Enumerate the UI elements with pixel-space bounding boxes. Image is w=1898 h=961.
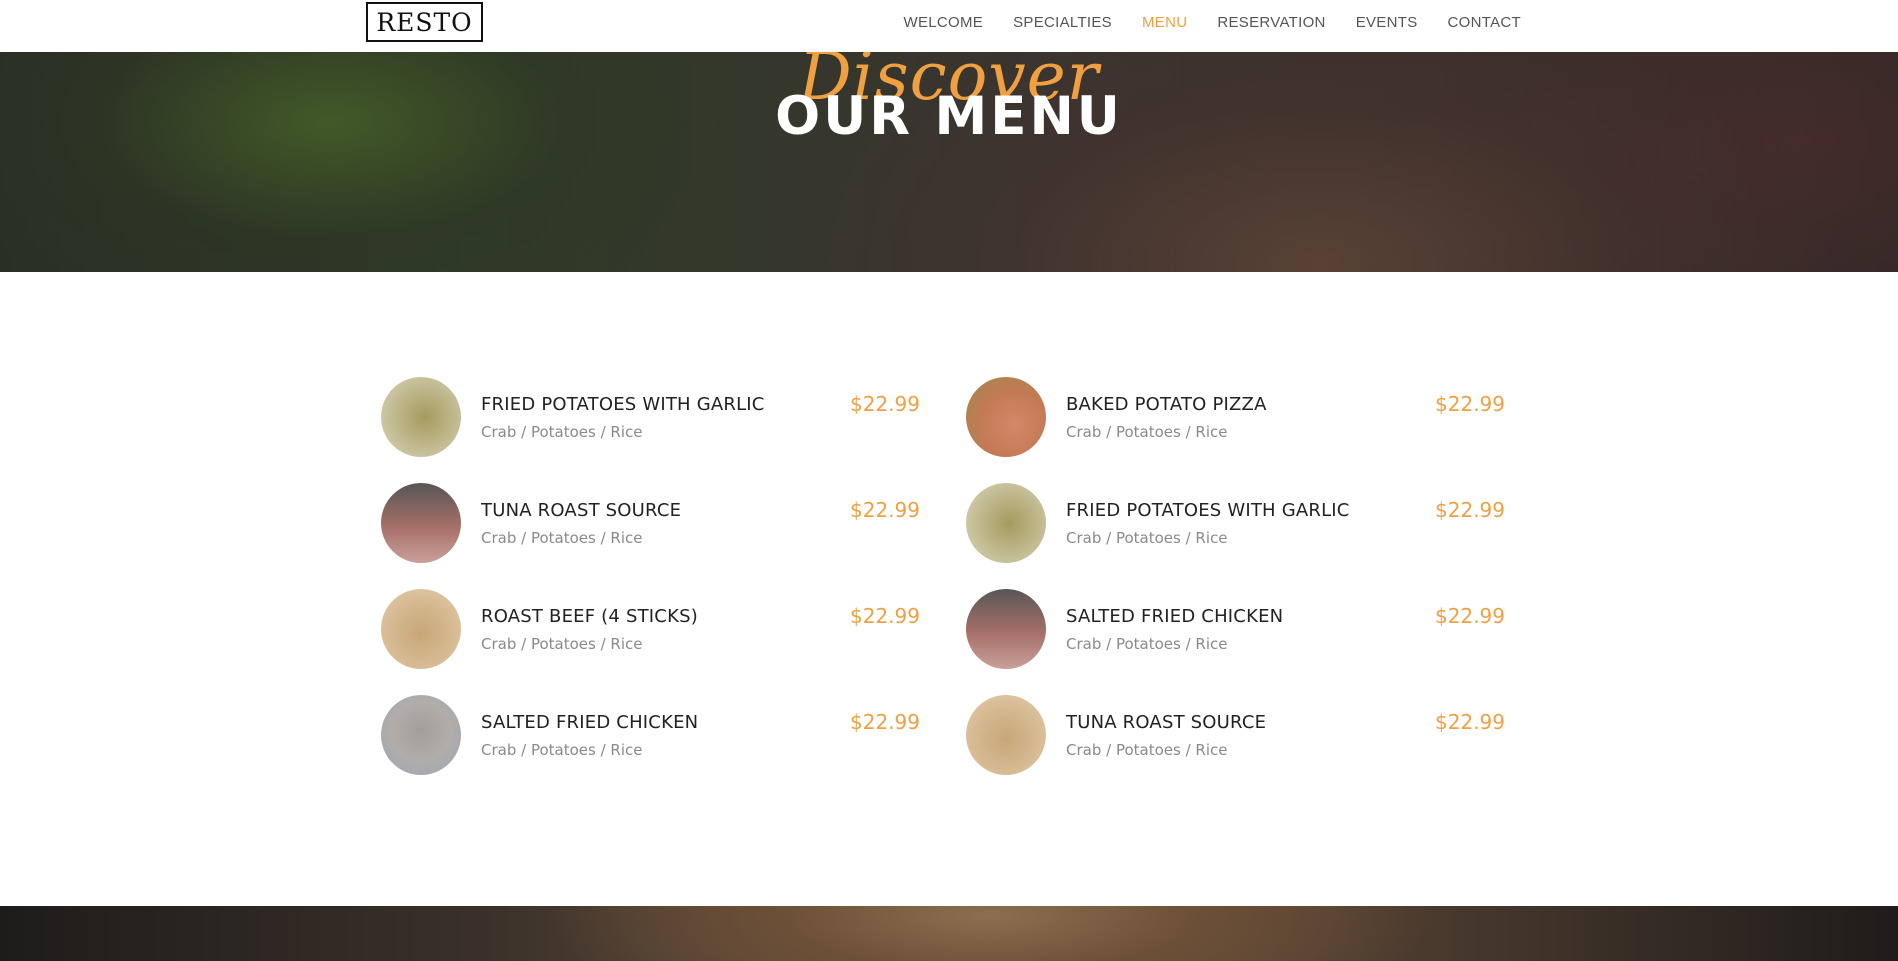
main-nav: WELCOME SPECIALTIES MENU RESERVATION EVE… bbox=[873, 0, 1521, 44]
menu-item-price: $22.99 bbox=[850, 604, 920, 628]
menu-item-name: SALTED FRIED CHICKEN bbox=[481, 712, 699, 733]
nav-link-welcome[interactable]: WELCOME bbox=[903, 14, 983, 31]
menu-item-price: $22.99 bbox=[850, 710, 920, 734]
menu-item[interactable]: ROAST BEEF (4 STICKS) Crab / Potatoes / … bbox=[366, 589, 920, 669]
menu-item-name: BAKED POTATO PIZZA bbox=[1066, 394, 1267, 415]
menu-item-description: Crab / Potatoes / Rice bbox=[1066, 635, 1228, 653]
menu-item-price: $22.99 bbox=[1435, 498, 1505, 522]
menu-item-description: Crab / Potatoes / Rice bbox=[1066, 529, 1228, 547]
dish-photo bbox=[966, 695, 1046, 775]
menu-item-name: TUNA ROAST SOURCE bbox=[481, 500, 682, 521]
nav-link-contact[interactable]: CONTACT bbox=[1448, 14, 1521, 31]
menu-item[interactable]: SALTED FRIED CHICKEN Crab / Potatoes / R… bbox=[951, 589, 1505, 669]
menu-item-name: FRIED POTATOES WITH GARLIC bbox=[481, 394, 765, 415]
menu-item-price: $22.99 bbox=[850, 392, 920, 416]
menu-item-name: SALTED FRIED CHICKEN bbox=[1066, 606, 1284, 627]
dish-photo bbox=[381, 483, 461, 563]
menu-item[interactable]: SALTED FRIED CHICKEN Crab / Potatoes / R… bbox=[366, 695, 920, 775]
nav-link-events[interactable]: EVENTS bbox=[1356, 14, 1418, 31]
menu-item-description: Crab / Potatoes / Rice bbox=[481, 529, 643, 547]
menu-item-description: Crab / Potatoes / Rice bbox=[481, 741, 643, 759]
next-section-banner bbox=[0, 906, 1898, 961]
menu-item-description: Crab / Potatoes / Rice bbox=[481, 635, 643, 653]
menu-item-description: Crab / Potatoes / Rice bbox=[1066, 741, 1228, 759]
menu-item[interactable]: TUNA ROAST SOURCE Crab / Potatoes / Rice… bbox=[951, 695, 1505, 775]
menu-item-price: $22.99 bbox=[850, 498, 920, 522]
dish-photo bbox=[381, 377, 461, 457]
dish-photo bbox=[966, 483, 1046, 563]
nav-link-specialties[interactable]: SPECIALTIES bbox=[1013, 14, 1112, 31]
nav-link-reservation[interactable]: RESERVATION bbox=[1217, 14, 1325, 31]
menu-item-description: Crab / Potatoes / Rice bbox=[1066, 423, 1228, 441]
site-logo[interactable]: RESTO bbox=[366, 2, 483, 42]
menu-item-price: $22.99 bbox=[1435, 710, 1505, 734]
menu-item-price: $22.99 bbox=[1435, 392, 1505, 416]
menu-item[interactable]: FRIED POTATOES WITH GARLIC Crab / Potato… bbox=[951, 483, 1505, 563]
dish-photo bbox=[966, 377, 1046, 457]
menu-item[interactable]: FRIED POTATOES WITH GARLIC Crab / Potato… bbox=[366, 377, 920, 457]
hero-title: OUR MENU bbox=[775, 86, 1123, 147]
menu-item-price: $22.99 bbox=[1435, 604, 1505, 628]
site-header: RESTO WELCOME SPECIALTIES MENU RESERVATI… bbox=[0, 0, 1898, 52]
menu-item[interactable]: TUNA ROAST SOURCE Crab / Potatoes / Rice… bbox=[366, 483, 920, 563]
hero-banner: Discover OUR MENU bbox=[0, 52, 1898, 272]
dish-photo bbox=[381, 589, 461, 669]
menu-item-name: TUNA ROAST SOURCE bbox=[1066, 712, 1267, 733]
nav-link-menu[interactable]: MENU bbox=[1142, 14, 1187, 31]
menu-item-description: Crab / Potatoes / Rice bbox=[481, 423, 643, 441]
menu-item[interactable]: BAKED POTATO PIZZA Crab / Potatoes / Ric… bbox=[951, 377, 1505, 457]
menu-item-name: FRIED POTATOES WITH GARLIC bbox=[1066, 500, 1350, 521]
menu-item-name: ROAST BEEF (4 STICKS) bbox=[481, 606, 698, 627]
dish-photo bbox=[381, 695, 461, 775]
dish-photo bbox=[966, 589, 1046, 669]
